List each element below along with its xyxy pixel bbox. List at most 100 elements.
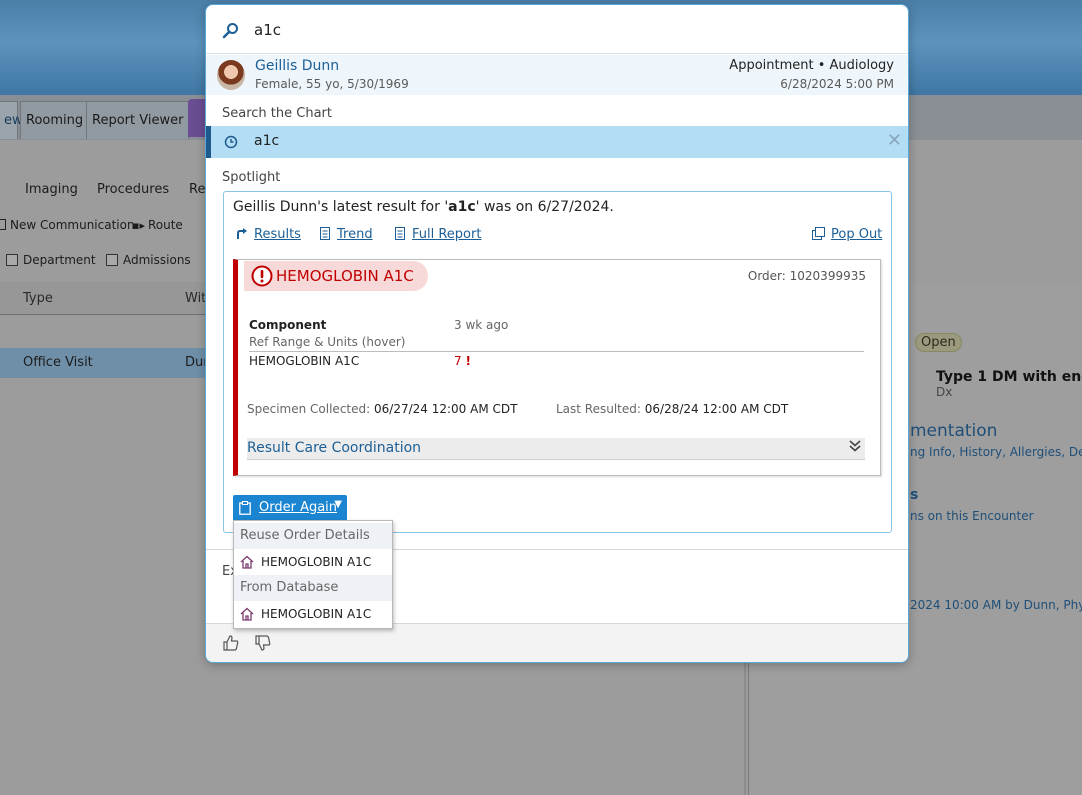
- appointment-time: 6/28/2024 5:00 PM: [780, 77, 894, 91]
- row-type: Office Visit: [23, 355, 93, 370]
- order-again-menu: Reuse Order Details HEMOGLOBIN A1C From …: [233, 520, 393, 629]
- section-title: mentation: [910, 421, 998, 441]
- last-resulted: Last Resulted: 06/28/24 12:00 AM CDT: [556, 402, 788, 416]
- reuse-order-header: Reuse Order Details: [234, 523, 392, 549]
- diagnosis-label: Dx: [936, 385, 953, 399]
- link-label: Trend: [337, 227, 373, 242]
- trend-link[interactable]: Trend: [319, 227, 373, 242]
- status-badge: Open: [915, 333, 962, 352]
- recent-search-text: a1c: [254, 133, 280, 149]
- menu-item-label: HEMOGLOBIN A1C: [261, 607, 372, 621]
- result-title-pill[interactable]: HEMOGLOBIN A1C: [244, 261, 428, 291]
- patient-result[interactable]: Geillis Dunn Female, 55 yo, 5/30/1969 Ap…: [206, 55, 908, 95]
- double-chevron-down-icon[interactable]: [849, 439, 861, 457]
- section-link[interactable]: ns on this Encounter: [910, 509, 1034, 523]
- button-label: Order Again: [259, 500, 338, 515]
- tab-report-viewer[interactable]: Report Viewer: [86, 101, 190, 139]
- search-input[interactable]: [252, 17, 852, 43]
- divider: [249, 351, 864, 352]
- tab-overview[interactable]: ew: [0, 101, 23, 139]
- value: 06/28/24 12:00 AM CDT: [644, 402, 789, 416]
- label: Last Resulted:: [556, 402, 641, 416]
- thumbs-down-icon[interactable]: [254, 634, 272, 652]
- column-type[interactable]: Type: [23, 282, 53, 315]
- summary-text: Geillis Dunn's latest result for ': [233, 199, 449, 215]
- avatar: [217, 60, 245, 90]
- recent-search-item[interactable]: a1c ✕: [206, 126, 908, 158]
- clock-icon: [224, 135, 238, 149]
- ref-range-header: Ref Range & Units (hover): [249, 335, 406, 349]
- link-label: Results: [254, 227, 301, 242]
- filter-label: Admissions: [123, 253, 191, 267]
- result-care-coordination[interactable]: Result Care Coordination: [247, 438, 865, 460]
- menu-imaging[interactable]: Imaging: [25, 182, 78, 197]
- menu-more[interactable]: Re: [189, 182, 205, 197]
- tab-label: Rooming: [26, 113, 84, 128]
- department-filter[interactable]: Department: [6, 253, 96, 267]
- from-database-header: From Database: [234, 575, 392, 601]
- spotlight-label: Spotlight: [222, 170, 281, 185]
- home-icon: [240, 555, 254, 569]
- clipboard-icon: [239, 501, 251, 515]
- lab-result-card: HEMOGLOBIN A1C Order: 1020399935 Compone…: [233, 259, 881, 476]
- tab-rooming[interactable]: Rooming: [20, 101, 90, 139]
- arrow-out-icon: [237, 228, 247, 239]
- full-report-link[interactable]: Full Report: [394, 227, 481, 242]
- component-header: Component: [249, 318, 327, 332]
- result-title: HEMOGLOBIN A1C: [276, 267, 414, 285]
- communication-icon: [0, 219, 6, 230]
- admissions-filter[interactable]: Admissions: [106, 253, 191, 267]
- home-icon: [240, 607, 254, 621]
- spotlight-links: Results Trend Full Report Pop Out: [236, 227, 884, 247]
- result-value: 7: [454, 354, 462, 368]
- search-icon: [222, 23, 238, 39]
- tab-label: Report Viewer: [92, 113, 184, 128]
- order-again-button[interactable]: Order Again ▼: [233, 495, 347, 521]
- link-label: Pop Out: [831, 227, 883, 242]
- button-label: New Communication: [10, 218, 135, 232]
- signed-info: 2024 10:00 AM by Dunn, Phys: [910, 598, 1082, 612]
- button-label: Route: [147, 218, 183, 232]
- route-button[interactable]: ▪▸ Route: [132, 218, 183, 232]
- section-title: Result Care Coordination: [247, 440, 422, 456]
- specimen-collected: Specimen Collected: 06/27/24 12:00 AM CD…: [247, 402, 517, 416]
- spotlight-panel: Geillis Dunn's latest result for 'a1c' w…: [223, 191, 892, 533]
- appointment-type: Appointment • Audiology: [729, 58, 894, 73]
- order-number: Order: 1020399935: [747, 269, 866, 283]
- search-chart-label: Search the Chart: [222, 106, 332, 121]
- value: 06/27/24 12:00 AM CDT: [374, 402, 518, 416]
- menu-item-reuse-hemoglobin-a1c[interactable]: HEMOGLOBIN A1C: [234, 549, 392, 575]
- results-link[interactable]: Results: [236, 227, 301, 242]
- result-age: 3 wk ago: [454, 318, 509, 332]
- report-icon: [320, 227, 330, 240]
- patient-name[interactable]: Geillis Dunn: [255, 58, 339, 74]
- alert-icon: [251, 265, 273, 287]
- checkbox[interactable]: [106, 254, 118, 266]
- abnormal-flag: !: [465, 354, 471, 368]
- search-bar: [206, 5, 908, 54]
- spotlight-summary: Geillis Dunn's latest result for 'a1c' w…: [233, 199, 614, 215]
- pop-out-link[interactable]: Pop Out: [812, 227, 882, 242]
- section-title: s: [910, 487, 919, 503]
- patient-demographics: Female, 55 yo, 5/30/1969: [255, 77, 409, 91]
- menu-procedures[interactable]: Procedures: [97, 182, 169, 197]
- summary-text: ' was on 6/27/2024.: [475, 199, 614, 215]
- checkbox[interactable]: [6, 254, 18, 266]
- column-with[interactable]: Wit: [185, 282, 206, 315]
- close-icon[interactable]: ✕: [887, 131, 902, 151]
- report-icon: [395, 227, 405, 240]
- thumbs-up-icon[interactable]: [222, 634, 240, 652]
- feedback-bar: [206, 623, 908, 662]
- filter-label: Department: [23, 253, 96, 267]
- component-name[interactable]: HEMOGLOBIN A1C: [249, 354, 359, 368]
- caret-down-icon: ▼: [334, 499, 342, 510]
- section-link[interactable]: ng Info, History, Allergies, Det: [910, 445, 1082, 459]
- menu-item-label: HEMOGLOBIN A1C: [261, 555, 372, 569]
- component-value[interactable]: 7 !: [454, 354, 471, 368]
- link-label: Full Report: [412, 227, 482, 242]
- diagnosis-title[interactable]: Type 1 DM with end-: [936, 369, 1082, 385]
- route-icon: ▪▸: [132, 219, 145, 232]
- new-communication-button[interactable]: New Communication: [0, 218, 135, 232]
- menu-item-db-hemoglobin-a1c[interactable]: HEMOGLOBIN A1C: [234, 601, 392, 627]
- pop-out-icon: [812, 227, 825, 240]
